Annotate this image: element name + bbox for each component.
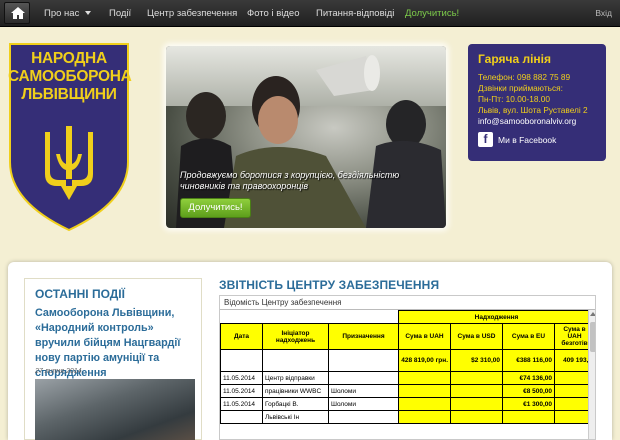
col-header: Сума в EU bbox=[502, 323, 555, 350]
table-row-totals: 428 819,00 грн. $2 310,00 €388 116,00 40… bbox=[220, 349, 595, 372]
table-cell: €1 300,00 bbox=[502, 397, 555, 411]
table-cell: Центр відправки bbox=[262, 371, 329, 385]
col-header: Сума в UAH bbox=[398, 323, 451, 350]
table-cell: 11.05.2014 bbox=[220, 384, 263, 398]
event-date: 27 липня 2014 bbox=[35, 368, 82, 375]
nav-about-label: Про нас bbox=[44, 8, 80, 19]
login-link[interactable]: Вхід bbox=[595, 0, 612, 27]
home-button[interactable] bbox=[4, 2, 30, 24]
col-header: Дата bbox=[220, 323, 263, 350]
hotline-address: Львів, вул. Шота Руставелі 2 bbox=[478, 105, 588, 115]
logo[interactable]: НАРОДНА САМООБОРОНА ЛЬВІВЩИНИ bbox=[8, 42, 132, 232]
hotline-phone: Телефон: 098 882 75 89 bbox=[478, 72, 571, 82]
hotline-hours: Пн-Пт: 10.00-18.00 bbox=[478, 94, 550, 104]
table-cell bbox=[220, 349, 263, 372]
table-cell bbox=[450, 371, 503, 385]
events-title: ОСТАННІ ПОДІЇ bbox=[35, 287, 125, 301]
nav-join[interactable]: Долучитись! bbox=[405, 0, 459, 27]
latest-events: ОСТАННІ ПОДІЇ Самооборона Львівщини, «На… bbox=[24, 278, 202, 440]
document-title: Відомість Центру забезпечення bbox=[220, 296, 595, 310]
col-header: Призначення bbox=[328, 323, 399, 350]
col-header: Сума в USD bbox=[450, 323, 503, 350]
table-row: 11.05.2014 Горбацкі В. Шоломи €1 300,00 bbox=[220, 397, 595, 411]
home-icon bbox=[11, 7, 25, 19]
document-scrollbar[interactable] bbox=[588, 310, 595, 439]
table-row: 11.05.2014 Центр відправки €74 136,00 bbox=[220, 371, 595, 385]
table-cell bbox=[450, 384, 503, 398]
table-cell bbox=[328, 410, 399, 424]
table-cell bbox=[398, 384, 451, 398]
hero-join-button[interactable]: Долучитись! bbox=[180, 198, 251, 218]
scroll-up-icon[interactable] bbox=[590, 312, 595, 316]
logo-line-1: НАРОДНА bbox=[31, 50, 107, 67]
header-blank bbox=[220, 310, 399, 324]
table-cell: €74 136,00 bbox=[502, 371, 555, 385]
facebook-link[interactable]: f Ми в Facebook bbox=[478, 132, 596, 147]
report-document: Відомість Центру забезпечення Надходженн… bbox=[219, 295, 596, 440]
table-cell: Львівські Ін bbox=[262, 410, 329, 424]
col-header: Ініціатор надходжень bbox=[262, 323, 329, 350]
table-cell bbox=[450, 397, 503, 411]
hero-banner: Продовжуємо боротися з корупцією, бездія… bbox=[166, 46, 446, 228]
logo-line-2: САМООБОРОНА bbox=[8, 68, 132, 85]
table-cell: $2 310,00 bbox=[450, 349, 503, 372]
hotline-title: Гаряча лінія bbox=[478, 52, 552, 66]
table-cell bbox=[328, 371, 399, 385]
table-cell: €8 500,00 bbox=[502, 384, 555, 398]
logo-line-3: ЛЬВІВЩИНИ bbox=[21, 86, 117, 103]
table-cell: €388 116,00 bbox=[502, 349, 555, 372]
nav-photo-video[interactable]: Фото і відео bbox=[247, 0, 299, 27]
table-cell: 428 819,00 грн. bbox=[398, 349, 451, 372]
table-cell: працівники WWBC bbox=[262, 384, 329, 398]
table-cell bbox=[450, 410, 503, 424]
hotline-email[interactable]: info@samooboronalviv.org bbox=[478, 116, 596, 127]
table-cell bbox=[398, 410, 451, 424]
table-cell: Горбацкі В. bbox=[262, 397, 329, 411]
hotline-calls: Дзвінки приймаються: bbox=[478, 83, 563, 93]
top-navbar: Про нас Події Центр забезпечення Фото і … bbox=[0, 0, 620, 27]
hero-caption: Продовжуємо боротися з корупцією, бездія… bbox=[180, 170, 400, 191]
table-row: 11.05.2014 працівники WWBC Шоломи €8 500… bbox=[220, 384, 595, 398]
group-header: Надходження bbox=[398, 310, 595, 324]
table-cell bbox=[262, 349, 329, 372]
event-photo[interactable] bbox=[35, 379, 195, 440]
chevron-down-icon bbox=[85, 11, 92, 16]
table-cell: 11.05.2014 bbox=[220, 371, 263, 385]
facebook-label: Ми в Facebook bbox=[498, 134, 557, 145]
table-cell bbox=[220, 410, 263, 424]
table-cell bbox=[328, 349, 399, 372]
table-cell: Шоломи bbox=[328, 384, 399, 398]
table-row: Львівські Ін bbox=[220, 410, 595, 424]
table-cell bbox=[398, 397, 451, 411]
table-cell: 11.05.2014 bbox=[220, 397, 263, 411]
nav-faq[interactable]: Питання-відповіді bbox=[316, 0, 394, 27]
trident-icon bbox=[45, 126, 93, 200]
table-cell bbox=[502, 410, 555, 424]
report-title: ЗВІТНІСТЬ ЦЕНТРУ ЗАБЕЗПЕЧЕННЯ bbox=[219, 278, 440, 292]
nav-about[interactable]: Про нас bbox=[44, 0, 92, 27]
hotline-box: Гаряча лінія Телефон: 098 882 75 89 Дзві… bbox=[468, 44, 606, 161]
table-cell bbox=[398, 371, 451, 385]
nav-supply-center[interactable]: Центр забезпечення bbox=[147, 0, 237, 27]
report-table: Надходження Дата Ініціатор надходжень Пр… bbox=[220, 310, 595, 424]
scroll-thumb[interactable] bbox=[590, 322, 595, 352]
facebook-icon: f bbox=[478, 132, 493, 147]
nav-events[interactable]: Події bbox=[109, 0, 131, 27]
table-cell: Шоломи bbox=[328, 397, 399, 411]
